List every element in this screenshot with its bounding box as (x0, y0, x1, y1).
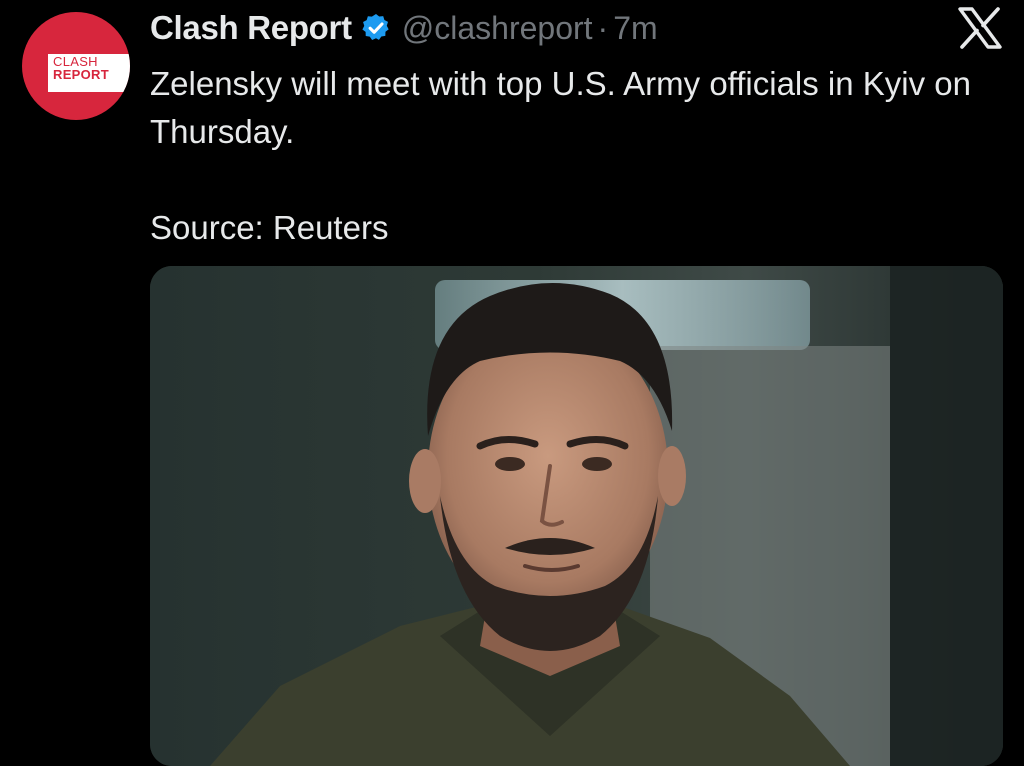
tweet-photo[interactable] (150, 266, 1003, 766)
x-logo-icon[interactable] (958, 7, 1002, 49)
verified-badge-icon (360, 12, 392, 44)
avatar[interactable]: CLASH REPORT (22, 12, 130, 120)
separator-dot: · (597, 9, 609, 46)
author-handle[interactable]: @clashreport (402, 10, 593, 47)
tweet-header: Clash Report @clashreport · 7m (150, 6, 658, 50)
avatar-logo-text-bottom: REPORT (53, 67, 109, 82)
author-display-name[interactable]: Clash Report (150, 9, 352, 47)
portrait-photo-image (150, 266, 1003, 766)
timestamp[interactable]: 7m (613, 10, 657, 47)
tweet-text: Zelensky will meet with top U.S. Army of… (150, 65, 972, 246)
